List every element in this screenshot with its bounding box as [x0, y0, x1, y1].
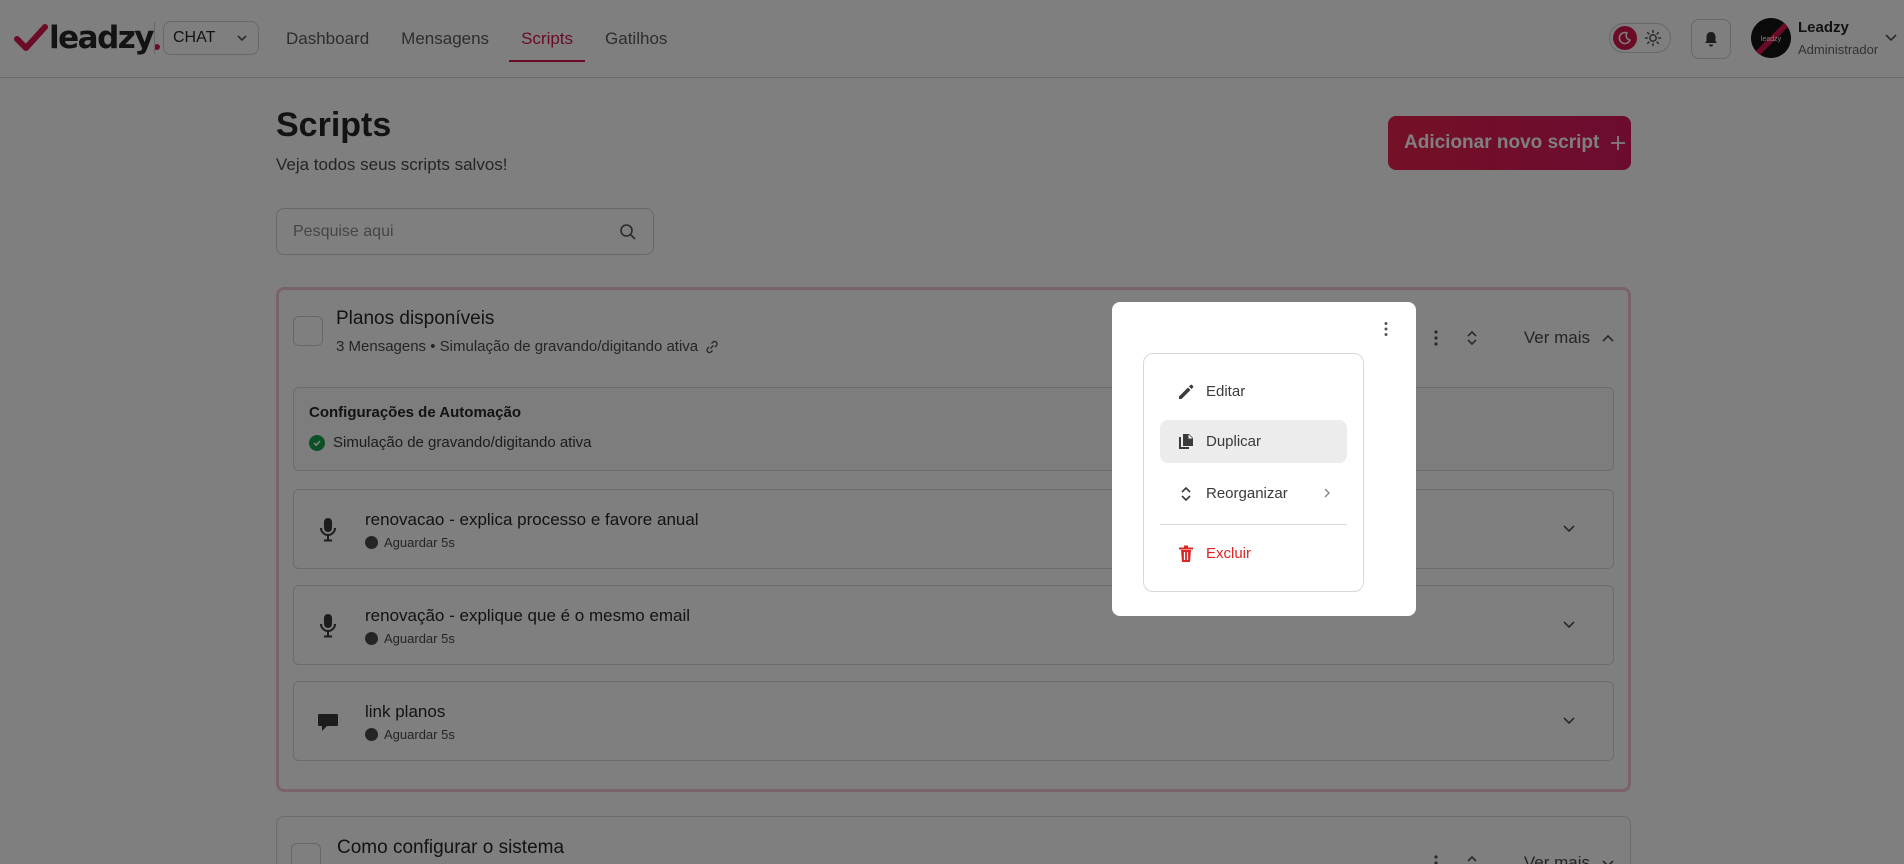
menu-divider — [1160, 524, 1347, 525]
chevron-right-icon — [1324, 488, 1330, 498]
context-menu: Editar Duplicar Reorganizar Excluir — [1143, 353, 1364, 592]
modal-backdrop[interactable] — [0, 0, 1904, 864]
menu-item-label: Reorganizar — [1206, 485, 1288, 502]
menu-item-label: Excluir — [1206, 545, 1252, 562]
menu-item-duplicar[interactable]: Duplicar — [1160, 420, 1347, 463]
menu-item-editar[interactable]: Editar — [1160, 370, 1347, 413]
menu-item-excluir[interactable]: Excluir — [1160, 532, 1347, 575]
menu-item-reorganizar[interactable]: Reorganizar — [1160, 472, 1347, 515]
more-options-button[interactable] — [1377, 318, 1395, 340]
trash-icon — [1179, 545, 1193, 562]
more-vertical-icon — [1384, 322, 1388, 336]
reorder-icon — [1181, 486, 1191, 501]
menu-item-label: Editar — [1206, 383, 1246, 400]
menu-item-label: Duplicar — [1206, 433, 1262, 450]
copy-icon — [1179, 433, 1193, 449]
pencil-icon — [1179, 384, 1194, 399]
